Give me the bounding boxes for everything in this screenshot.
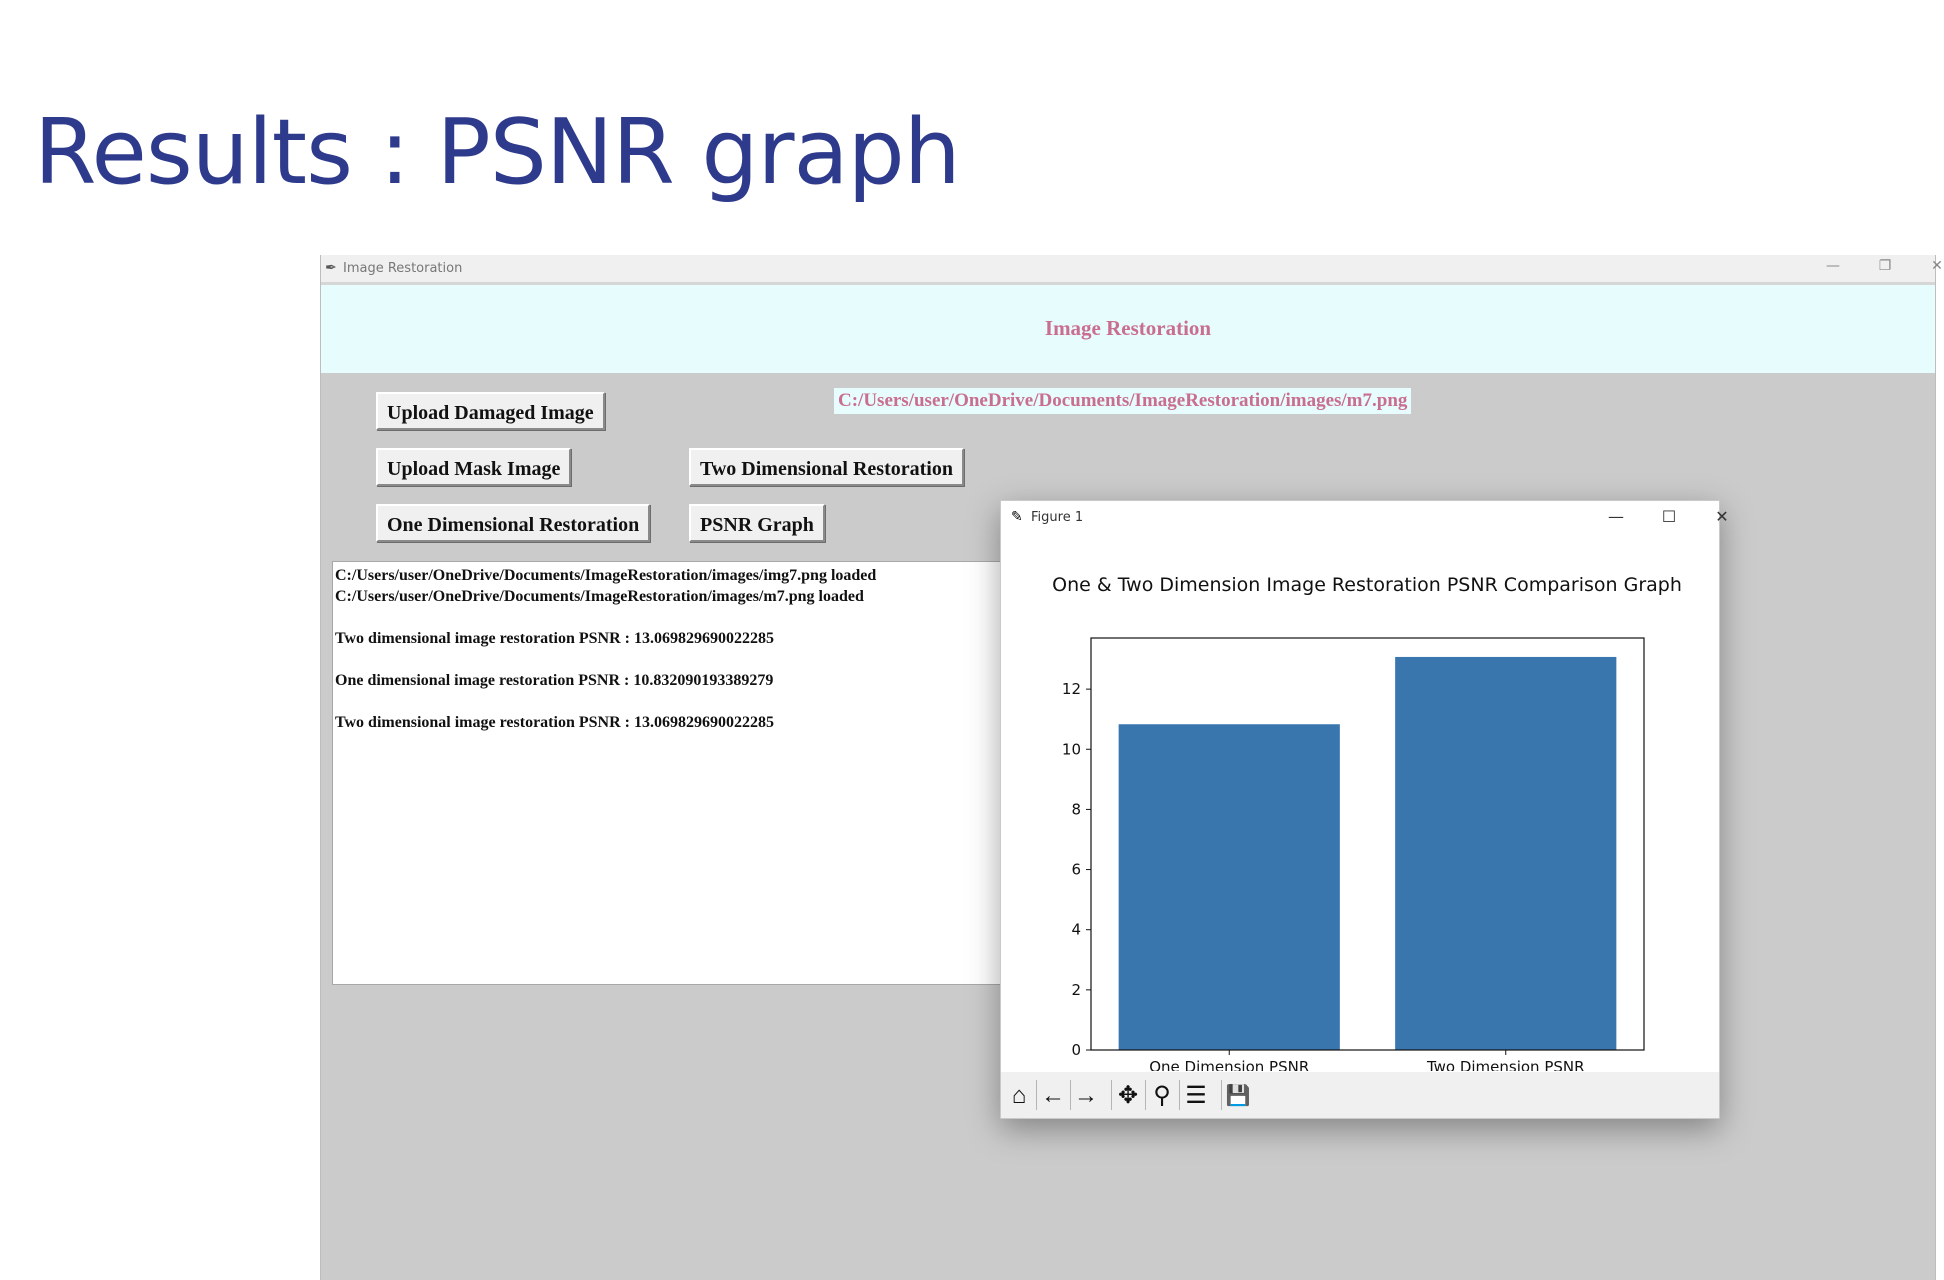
psnr-bar-chart: One & Two Dimension Image Restoration PS…: [1052, 574, 1682, 1071]
figure-toolbar: ⌂ ← → ✥ ⚲ ☰ 💾: [1001, 1072, 1719, 1118]
toolbar-divider: [1036, 1080, 1037, 1110]
zoom-icon[interactable]: ⚲: [1148, 1082, 1176, 1110]
output-log[interactable]: C:/Users/user/OneDrive/Documents/ImageRe…: [332, 561, 1015, 985]
matplotlib-icon: ✎: [1011, 508, 1023, 524]
figure-window: ✎ Figure 1 — ☐ ✕ One & Two Dimension Ima…: [1000, 500, 1729, 1119]
bar: [1118, 724, 1340, 1050]
toolbar-divider: [1221, 1080, 1222, 1110]
log-line: One dimensional image restoration PSNR :…: [335, 672, 774, 689]
back-arrow-icon[interactable]: ←: [1039, 1082, 1067, 1110]
maximize-icon[interactable]: ☐: [1654, 507, 1684, 529]
feather-icon: ✒: [325, 259, 337, 275]
app-header: Image Restoration: [321, 285, 1935, 373]
log-line: C:/Users/user/OneDrive/Documents/ImageRe…: [335, 588, 864, 605]
slide-title: Results : PSNR graph: [34, 100, 961, 205]
close-icon[interactable]: ✕: [1917, 258, 1944, 278]
loaded-path-label: C:/Users/user/OneDrive/Documents/ImageRe…: [834, 388, 1412, 414]
bar: [1395, 656, 1617, 1050]
y-tick-label: 12: [1062, 680, 1081, 698]
minimize-icon[interactable]: —: [1813, 258, 1853, 278]
psnr-graph-button[interactable]: PSNR Graph: [689, 504, 825, 542]
window-title: Image Restoration: [343, 261, 463, 276]
one-dimensional-restoration-button[interactable]: One Dimensional Restoration: [376, 504, 651, 542]
toolbar-divider: [1179, 1080, 1180, 1110]
figure-title: Figure 1: [1031, 510, 1084, 525]
app-heading: Image Restoration: [1044, 316, 1212, 340]
pan-icon[interactable]: ✥: [1114, 1082, 1142, 1110]
forward-arrow-icon[interactable]: →: [1072, 1082, 1100, 1110]
figure-titlebar: ✎ Figure 1 — ☐ ✕: [1001, 501, 1729, 535]
close-icon[interactable]: ✕: [1707, 507, 1737, 529]
save-icon[interactable]: 💾: [1224, 1082, 1252, 1110]
y-tick-label: 10: [1062, 740, 1081, 758]
toolbar-divider: [1070, 1080, 1071, 1110]
y-tick-label: 8: [1071, 800, 1081, 818]
minimize-icon[interactable]: —: [1601, 507, 1631, 529]
home-icon[interactable]: ⌂: [1005, 1082, 1033, 1110]
x-tick-label: One Dimension PSNR: [1149, 1058, 1309, 1071]
restore-icon[interactable]: ❐: [1865, 258, 1905, 278]
y-tick-label: 4: [1071, 921, 1081, 939]
log-line: C:/Users/user/OneDrive/Documents/ImageRe…: [335, 567, 877, 584]
upload-damaged-image-button[interactable]: Upload Damaged Image: [376, 392, 605, 430]
log-line: Two dimensional image restoration PSNR :…: [335, 630, 774, 647]
chart-title: One & Two Dimension Image Restoration PS…: [1052, 574, 1682, 596]
two-dimensional-restoration-button[interactable]: Two Dimensional Restoration: [689, 448, 964, 486]
upload-mask-image-button[interactable]: Upload Mask Image: [376, 448, 572, 486]
configure-icon[interactable]: ☰: [1182, 1082, 1210, 1110]
log-line: Two dimensional image restoration PSNR :…: [335, 714, 774, 731]
toolbar-divider: [1111, 1080, 1112, 1110]
window-titlebar: ✒ Image Restoration — ❐ ✕: [321, 255, 1943, 285]
y-tick-label: 0: [1071, 1041, 1081, 1059]
toolbar-divider: [1145, 1080, 1146, 1110]
y-tick-label: 6: [1071, 861, 1081, 879]
x-tick-label: Two Dimension PSNR: [1426, 1058, 1585, 1071]
y-tick-label: 2: [1071, 981, 1081, 999]
